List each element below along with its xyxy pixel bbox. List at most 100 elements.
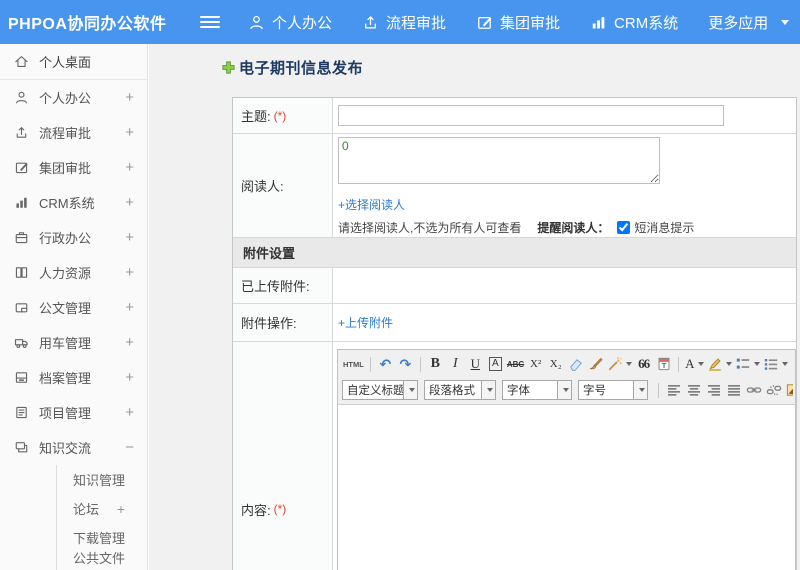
bold-button[interactable]: B [426,354,445,374]
blockquote-button[interactable]: 66 [634,354,653,374]
highlight-button[interactable] [706,354,733,374]
expand-plus-icon[interactable]: + [125,299,134,316]
expand-plus-icon[interactable]: + [125,159,134,176]
subject-label: 主题: (*) [233,98,333,133]
unlink-button[interactable] [764,380,783,400]
html-source-button[interactable]: HTML [342,354,365,374]
dropdown-caret[interactable] [481,381,495,399]
expand-plus-icon[interactable]: + [125,369,134,386]
expand-plus-icon[interactable]: + [125,264,134,281]
editor-content-area[interactable] [338,405,795,570]
attachment-ops-value: +上传附件 [333,304,796,341]
sms-checkbox[interactable] [617,221,631,234]
dropdown-caret[interactable] [403,381,417,399]
expand-plus-icon[interactable]: + [125,334,134,351]
remind-readers-label: 提醒阅读人： [537,221,610,235]
quick-format-button[interactable] [606,354,633,374]
chevron-down-icon [725,362,732,366]
superscript-button[interactable]: X² [526,354,545,374]
readers-textarea[interactable]: 0 [338,137,660,184]
sidebar-item-label: 人力资源 [39,266,92,281]
sidebar-item-vehicle-management[interactable]: 用车管理 + [0,325,147,360]
required-mark: (*) [273,108,287,123]
ordered-list-button[interactable] [734,354,761,374]
align-center-button[interactable] [684,380,703,400]
truck-icon [14,335,29,350]
dropdown-caret[interactable] [633,381,647,399]
sidebar-item-personal-desktop[interactable]: 个人桌面 [0,44,147,80]
sidebar-subitem-forum[interactable]: 论坛 + [57,494,147,523]
brush-icon [588,356,604,372]
size-select[interactable]: 字号 [578,380,648,400]
redo-glyph: ↷ [399,355,412,372]
chevron-down-icon [781,19,790,25]
expand-plus-icon[interactable]: + [125,404,134,421]
uploaded-attachments-row: 已上传附件: [233,268,796,304]
sidebar-item-group-approval[interactable]: 集团审批 + [0,150,147,185]
menu-icon[interactable] [200,13,220,31]
sidebar-item-label: 公文管理 [39,301,92,316]
topbar-nav: 个人办公 流程审批 集团审批 CRM系统 更多应用 [248,12,790,33]
link-button[interactable] [744,380,763,400]
underline-button[interactable]: U [466,354,485,374]
expand-plus-icon[interactable]: + [125,194,134,211]
nav-item-group-approval[interactable]: 集团审批 [476,12,560,33]
paragraph-select[interactable]: 段落格式 [424,380,496,400]
sidebar-item-project-management[interactable]: 项目管理 + [0,395,147,430]
sidebar-subitem-knowledge-management[interactable]: 知识管理 [57,465,147,494]
subject-input[interactable] [338,105,724,126]
expand-plus-icon[interactable]: + [125,229,134,246]
strikethrough-glyph: ABC [506,359,525,369]
paste-plain-button[interactable]: T [654,354,673,374]
underline-glyph: U [470,356,481,371]
upload-attachment-link[interactable]: +上传附件 [338,314,393,331]
eraser-icon [568,356,584,372]
strikethrough-button[interactable]: ABC [506,354,525,374]
italic-button[interactable]: I [446,354,465,374]
sidebar-item-personal-office[interactable]: 个人办公 + [0,80,147,115]
sms-label: 短消息提示 [634,221,695,235]
font-frame-button[interactable]: A [486,354,505,374]
heading-select[interactable]: 自定义标题 [342,380,418,400]
expand-plus-icon[interactable]: + [125,89,134,106]
format-painter-button[interactable] [586,354,605,374]
app-logo: PHPOA协同办公软件 [8,16,167,33]
chevron-down-icon [781,362,788,366]
nav-item-crm-system[interactable]: CRM系统 [590,12,678,33]
chart-icon [14,195,29,210]
sidebar-item-archive-management[interactable]: 档案管理 + [0,360,147,395]
unordered-list-button[interactable] [762,354,789,374]
sidebar-item-crm-system[interactable]: CRM系统 + [0,185,147,220]
sidebar-item-document-management[interactable]: 公文管理 + [0,290,147,325]
insert-image-button[interactable] [784,380,793,400]
briefcase-icon [14,230,29,245]
select-readers-link[interactable]: +选择阅读人 [338,196,796,213]
font-color-button[interactable]: A [684,354,704,374]
sidebar-item-knowledge-exchange[interactable]: 知识交流 − [0,430,147,465]
sidebar-item-admin-office[interactable]: 行政办公 + [0,220,147,255]
remove-format-button[interactable] [566,354,585,374]
dropdown-caret[interactable] [557,381,571,399]
expand-plus-icon[interactable]: + [125,124,134,141]
sidebar-item-workflow-approval[interactable]: 流程审批 + [0,115,147,150]
sidebar-item-human-resources[interactable]: 人力资源 + [0,255,147,290]
sidebar-item-label: 档案管理 [39,371,92,386]
sidebar-subitems: 知识管理论坛 + 下载管理公共文件柜 [56,465,147,570]
subscript-button[interactable]: X₂ [546,354,565,374]
justify-button[interactable] [724,380,743,400]
readers-label: 阅读人: [233,134,333,237]
nav-item-label: CRM系统 [614,14,679,32]
redo-button[interactable]: ↷ [396,354,415,374]
sidebar-subitem-public-file-cabinet[interactable]: 公共文件柜 [57,551,147,570]
align-right-button[interactable] [704,380,723,400]
nav-item-workflow-approval[interactable]: 流程审批 [362,12,446,33]
nav-item-more-apps[interactable]: 更多应用 [708,12,790,33]
collapse-minus-icon[interactable]: − [125,439,134,456]
align-left-button[interactable] [664,380,683,400]
uploaded-attachments-value [333,268,796,303]
expand-plus-icon[interactable]: + [117,501,125,517]
undo-button[interactable]: ↶ [376,354,395,374]
ulist-icon [763,356,779,372]
font-select[interactable]: 字体 [502,380,572,400]
nav-item-personal-office[interactable]: 个人办公 [248,12,332,33]
